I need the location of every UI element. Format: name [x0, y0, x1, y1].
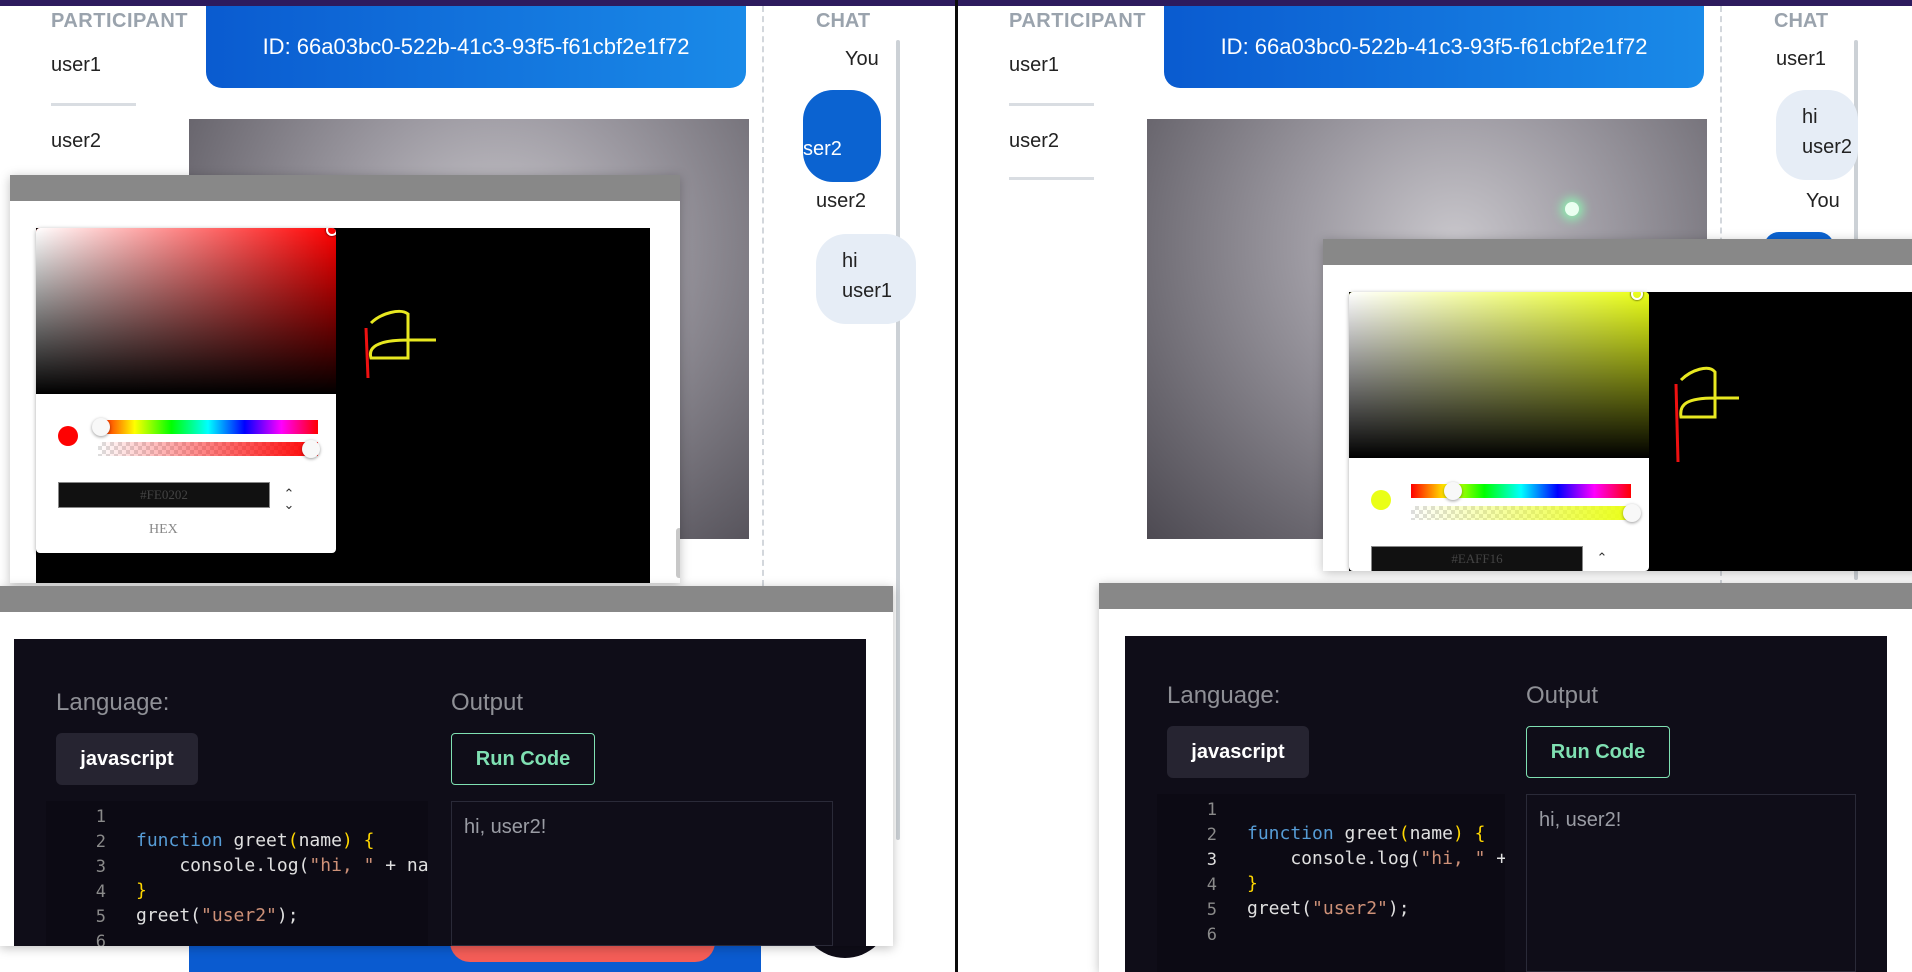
hex-input[interactable]: #EAFF16: [1371, 546, 1583, 571]
code-line: }: [136, 880, 147, 901]
language-label: Language:: [1167, 682, 1281, 709]
whiteboard-scrollbar[interactable]: [676, 528, 680, 578]
participant-divider: [51, 103, 136, 106]
chat-sender-user2: user2: [816, 190, 867, 212]
whiteboard-titlebar[interactable]: [10, 175, 680, 201]
participant-user1: user1: [51, 54, 102, 76]
line-number: 2: [1206, 825, 1217, 845]
whiteboard-window[interactable]: #FE0202 ⌃ ⌄ HEX: [10, 175, 680, 583]
alpha-handle[interactable]: [1623, 504, 1641, 522]
left-browser-pane: PARTICIPANT user1 user2 ID: 66a03bc0-522…: [0, 6, 955, 972]
alpha-handle[interactable]: [302, 440, 320, 458]
chat-bubble-you: ser2: [803, 90, 881, 182]
right-browser-pane: PARTICIPANT user1 user2 ID: 66a03bc0-522…: [958, 6, 1912, 972]
code-line: function greet(name) {: [136, 830, 375, 851]
output-label: Output: [1526, 682, 1599, 709]
chat-sender-you: You: [1806, 190, 1840, 212]
hue-handle[interactable]: [1444, 482, 1462, 500]
hex-input[interactable]: #FE0202: [58, 482, 270, 508]
hex-format-label: HEX: [149, 522, 178, 537]
line-number: 5: [95, 907, 106, 927]
hue-slider[interactable]: [98, 420, 318, 434]
language-select[interactable]: javascript: [56, 733, 198, 785]
code-line: console.log("hi, " + name);: [136, 855, 428, 876]
code-line: function greet(name) {: [1247, 823, 1486, 844]
code-editor-window[interactable]: Language: javascript Output Run Code 1 2…: [0, 586, 893, 946]
sv-handle[interactable]: [326, 228, 336, 236]
code-line: console.log("hi, " + name);: [1247, 848, 1505, 869]
output-text: hi, user2!: [1539, 809, 1622, 831]
chat-bubble-you-text: ser2: [803, 138, 842, 160]
chat-heading: CHAT: [816, 10, 871, 32]
participant-user1: user1: [1009, 54, 1060, 76]
code-editor-titlebar[interactable]: [1099, 583, 1912, 609]
line-number: 3: [95, 857, 106, 877]
format-toggle[interactable]: ⌃: [1595, 551, 1609, 564]
chat-bubble-user1-line2: user2: [1802, 136, 1853, 158]
chat-sender-user1: user1: [1776, 48, 1827, 70]
code-editor-panel: Language: javascript Output Run Code 1 2…: [1125, 636, 1887, 972]
output-console: hi, user2!: [1526, 794, 1856, 972]
saturation-value-area[interactable]: [1349, 292, 1649, 458]
participant-divider: [1009, 177, 1094, 180]
run-code-button[interactable]: Run Code: [1526, 726, 1670, 778]
code-editor-window[interactable]: Language: javascript Output Run Code 1 2…: [1099, 583, 1912, 972]
line-number: 4: [1206, 875, 1217, 895]
whiteboard-titlebar[interactable]: [1323, 239, 1912, 265]
chat-bubble-user1-line1: hi: [1802, 106, 1818, 128]
chat-sender-you: You: [845, 48, 879, 70]
output-console: hi, user2!: [451, 801, 833, 946]
code-editor-titlebar[interactable]: [0, 586, 893, 612]
chat-bubble-user2-line2: user1: [842, 280, 893, 302]
participant-divider: [1009, 103, 1094, 106]
whiteboard-window[interactable]: #EAFF16 ⌃: [1323, 239, 1912, 571]
color-swatch: [1371, 490, 1391, 510]
chat-bubble-user2-line1: hi: [842, 250, 858, 272]
code-line: }: [1247, 873, 1258, 894]
room-id-text: ID: 66a03bc0-522b-41c3-93f5-f61cbf2e1f72: [1220, 34, 1648, 59]
line-number: 1: [1206, 800, 1217, 820]
saturation-value-area[interactable]: [36, 228, 336, 394]
alpha-slider[interactable]: [98, 442, 318, 456]
chat-bubble-user2: hi user1: [816, 234, 916, 324]
laser-dot: [1565, 202, 1579, 216]
chat-divider: [762, 6, 764, 586]
output-text: hi, user2!: [464, 816, 547, 838]
run-code-button[interactable]: Run Code: [451, 733, 595, 785]
line-number: 2: [95, 832, 106, 852]
line-number: 1: [95, 807, 106, 827]
color-swatch: [58, 426, 78, 446]
alpha-slider[interactable]: [1411, 506, 1631, 520]
line-number: 6: [1206, 925, 1217, 945]
participant-user2: user2: [51, 130, 102, 152]
line-number: 6: [95, 932, 106, 946]
line-number-active: 3: [1206, 850, 1217, 870]
code-line: greet("user2");: [1247, 898, 1410, 919]
chat-bubble-user1: hi user2: [1776, 90, 1858, 180]
code-input[interactable]: 1 2 3 4 5 6 function greet(name) { conso…: [46, 801, 428, 946]
format-toggle[interactable]: ⌃ ⌄: [282, 487, 296, 511]
participant-heading: PARTICIPANT: [1009, 10, 1146, 32]
chat-scrollbar[interactable]: [896, 40, 900, 840]
code-editor-panel: Language: javascript Output Run Code 1 2…: [14, 639, 866, 946]
language-label: Language:: [56, 689, 170, 716]
color-picker[interactable]: #EAFF16 ⌃: [1349, 292, 1649, 571]
room-id-banner: ID: 66a03bc0-522b-41c3-93f5-f61cbf2e1f72: [206, 6, 746, 88]
line-number: 5: [1206, 900, 1217, 920]
room-id-text: ID: 66a03bc0-522b-41c3-93f5-f61cbf2e1f72: [262, 34, 690, 59]
hue-handle[interactable]: [92, 418, 110, 436]
output-label: Output: [451, 689, 524, 716]
participant-heading: PARTICIPANT: [51, 10, 188, 32]
code-line: greet("user2");: [136, 905, 299, 926]
code-input[interactable]: 1 2 3 4 5 6 function greet(name) { conso…: [1157, 794, 1505, 972]
room-id-banner: ID: 66a03bc0-522b-41c3-93f5-f61cbf2e1f72: [1164, 6, 1704, 88]
chat-heading: CHAT: [1774, 10, 1829, 32]
language-select[interactable]: javascript: [1167, 726, 1309, 778]
color-picker[interactable]: #FE0202 ⌃ ⌄ HEX: [36, 228, 336, 553]
participant-user2: user2: [1009, 130, 1060, 152]
line-number: 4: [95, 882, 106, 902]
